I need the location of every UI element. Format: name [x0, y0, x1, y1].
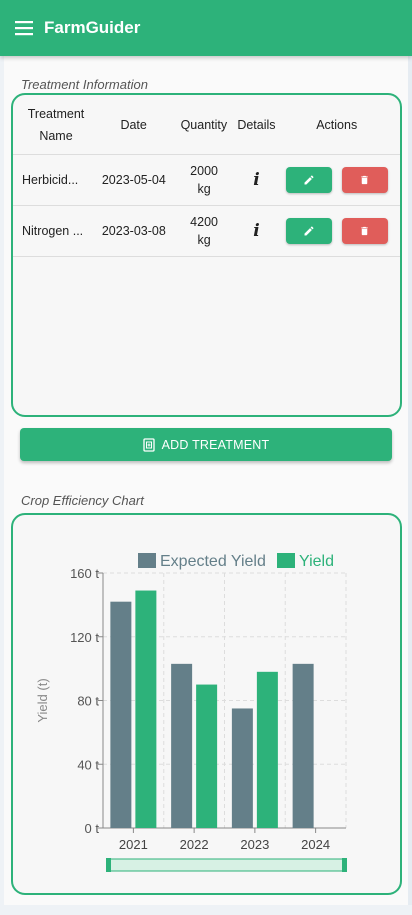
- chart-section-title: Crop Efficiency Chart: [21, 493, 144, 508]
- trash-icon: [361, 226, 368, 236]
- treatment-name: Nitrogen ...: [22, 224, 84, 238]
- bar-yield: [256, 671, 278, 828]
- zoom-slider-track[interactable]: [107, 858, 346, 872]
- add-treatment-label: ADD TREATMENT: [161, 437, 270, 452]
- add-treatment-button[interactable]: ADD TREATMENT: [20, 428, 392, 461]
- page-bottom: [0, 905, 412, 915]
- treatment-date: 2023-05-04: [101, 173, 166, 187]
- treatment-quantity: 2000 kg: [190, 164, 218, 196]
- table-row: Herbicid... 2023-05-04 2000 kg i: [13, 155, 400, 206]
- treatment-section-title: Treatment Information: [21, 77, 148, 92]
- treatment-name: Herbicid...: [22, 173, 79, 187]
- pencil-icon: [304, 226, 314, 236]
- main-content: Treatment Information Treatment Name Dat…: [4, 56, 408, 905]
- zoom-slider-handle-right[interactable]: [342, 858, 347, 872]
- bar-expected-yield: [171, 663, 193, 828]
- hamburger-icon[interactable]: [0, 0, 48, 56]
- column-header-quantity: Quantity: [180, 117, 228, 132]
- treatment-date: 2023-03-08: [101, 224, 166, 238]
- column-header-name: Treatment Name: [27, 106, 85, 143]
- legend-label: Yield: [299, 553, 334, 570]
- pencil-icon: [304, 175, 314, 185]
- info-icon[interactable]: i: [253, 222, 259, 240]
- crop-efficiency-chart: 0 t 40 t 80 t 120 t 160 t 2021 2022 2023 2024 Yie…: [11, 513, 402, 895]
- x-tick-label: 2023: [240, 837, 269, 852]
- y-tick-label: 160 t: [70, 566, 99, 581]
- bar-expected-yield: [231, 708, 253, 828]
- column-header-actions: Actions: [316, 117, 358, 132]
- x-tick-label: 2021: [119, 837, 148, 852]
- add-document-icon: [142, 437, 155, 452]
- chart-svg: 0 t 40 t 80 t 120 t 160 t 2021 2022 2023 2024 Yie…: [35, 553, 347, 872]
- y-axis-label: Yield (t): [35, 678, 50, 722]
- trash-icon: [361, 175, 368, 185]
- y-tick-label: 120 t: [70, 630, 99, 645]
- bar-yield: [196, 684, 218, 828]
- table-header: Treatment Name Date Quantity Details Act…: [13, 95, 400, 155]
- bar-expected-yield: [110, 601, 132, 828]
- x-tick-label: 2022: [180, 837, 209, 852]
- x-tick-label: 2024: [301, 837, 330, 852]
- page-scrollbar: [408, 56, 412, 905]
- treatment-quantity: 4200 kg: [190, 215, 218, 247]
- column-header-details: Details: [237, 117, 276, 132]
- delete-button[interactable]: [341, 167, 388, 193]
- bar-yield: [135, 590, 157, 828]
- delete-button[interactable]: [341, 218, 388, 244]
- legend-swatch: [138, 553, 156, 568]
- app-bar: FarmGuider: [0, 0, 412, 56]
- table-row: Nitrogen ... 2023-03-08 4200 kg i: [13, 206, 400, 257]
- y-tick-label: 0 t: [85, 821, 100, 836]
- edit-button[interactable]: [285, 218, 332, 244]
- y-tick-label: 40 t: [77, 757, 99, 772]
- y-tick-label: 80 t: [77, 694, 99, 709]
- treatment-table: Treatment Name Date Quantity Details Act…: [11, 93, 402, 417]
- info-icon[interactable]: i: [253, 171, 259, 189]
- column-header-date: Date: [120, 117, 147, 132]
- edit-button[interactable]: [285, 167, 332, 193]
- legend-swatch: [277, 553, 295, 568]
- bar-expected-yield: [292, 663, 314, 828]
- app-title: FarmGuider: [44, 18, 141, 37]
- zoom-slider-handle-left[interactable]: [106, 858, 111, 872]
- legend-label: Expected Yield: [160, 553, 266, 570]
